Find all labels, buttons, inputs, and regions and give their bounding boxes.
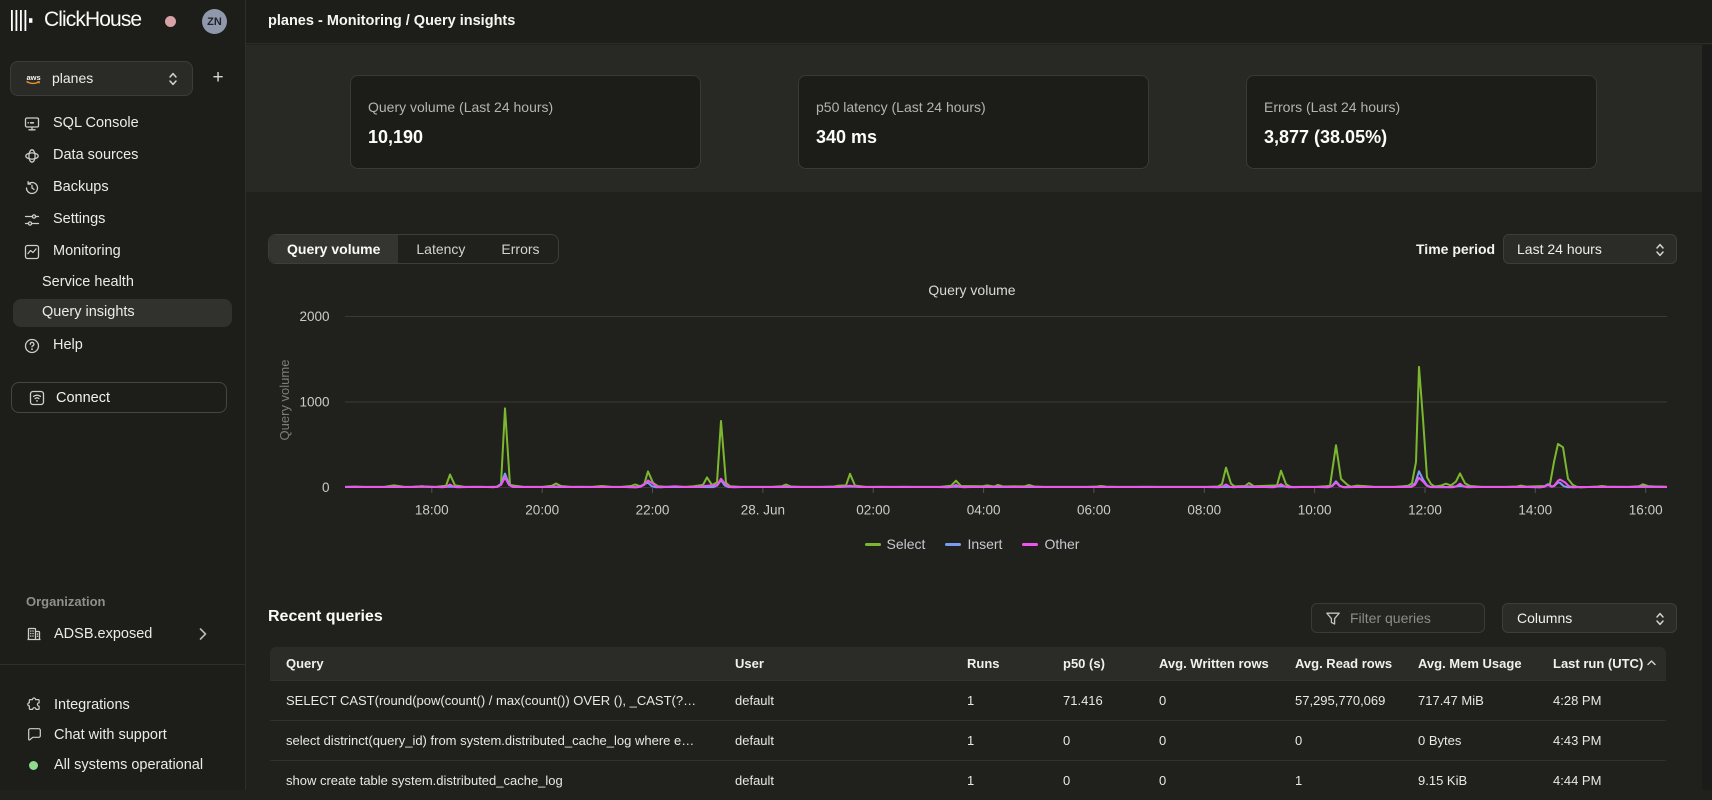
svg-text:aws: aws (27, 73, 41, 82)
svg-text:12:00: 12:00 (1408, 503, 1442, 518)
svg-text:08:00: 08:00 (1187, 503, 1221, 518)
svg-text:16:00: 16:00 (1629, 503, 1663, 518)
svg-text:Query volume: Query volume (277, 360, 292, 441)
svg-text:10:00: 10:00 (1298, 503, 1332, 518)
svg-text:02:00: 02:00 (856, 503, 890, 518)
svg-text:2000: 2000 (299, 309, 329, 324)
svg-text:20:00: 20:00 (525, 503, 559, 518)
svg-text:04:00: 04:00 (967, 503, 1001, 518)
svg-text:14:00: 14:00 (1518, 503, 1552, 518)
svg-text:18:00: 18:00 (415, 503, 449, 518)
svg-text:22:00: 22:00 (636, 503, 670, 518)
svg-text:06:00: 06:00 (1077, 503, 1111, 518)
svg-text:0: 0 (322, 480, 330, 495)
svg-text:28. Jun: 28. Jun (741, 503, 785, 518)
svg-text:1000: 1000 (299, 395, 329, 410)
